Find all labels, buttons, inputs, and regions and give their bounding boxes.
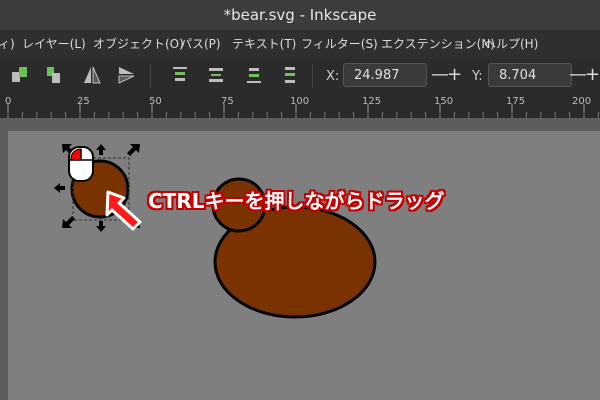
scale-arrow-icon[interactable] <box>96 221 106 232</box>
pointer-arrow-icon <box>105 190 142 231</box>
scale-arrow-icon[interactable] <box>127 144 140 156</box>
scale-arrow-icon[interactable] <box>96 144 106 155</box>
mouse-icon <box>68 146 94 182</box>
instruction-annotation: CTRLキーを押しながらドラッグ <box>148 189 445 213</box>
scale-arrow-icon[interactable] <box>54 183 65 193</box>
scale-arrow-icon[interactable] <box>62 216 75 228</box>
